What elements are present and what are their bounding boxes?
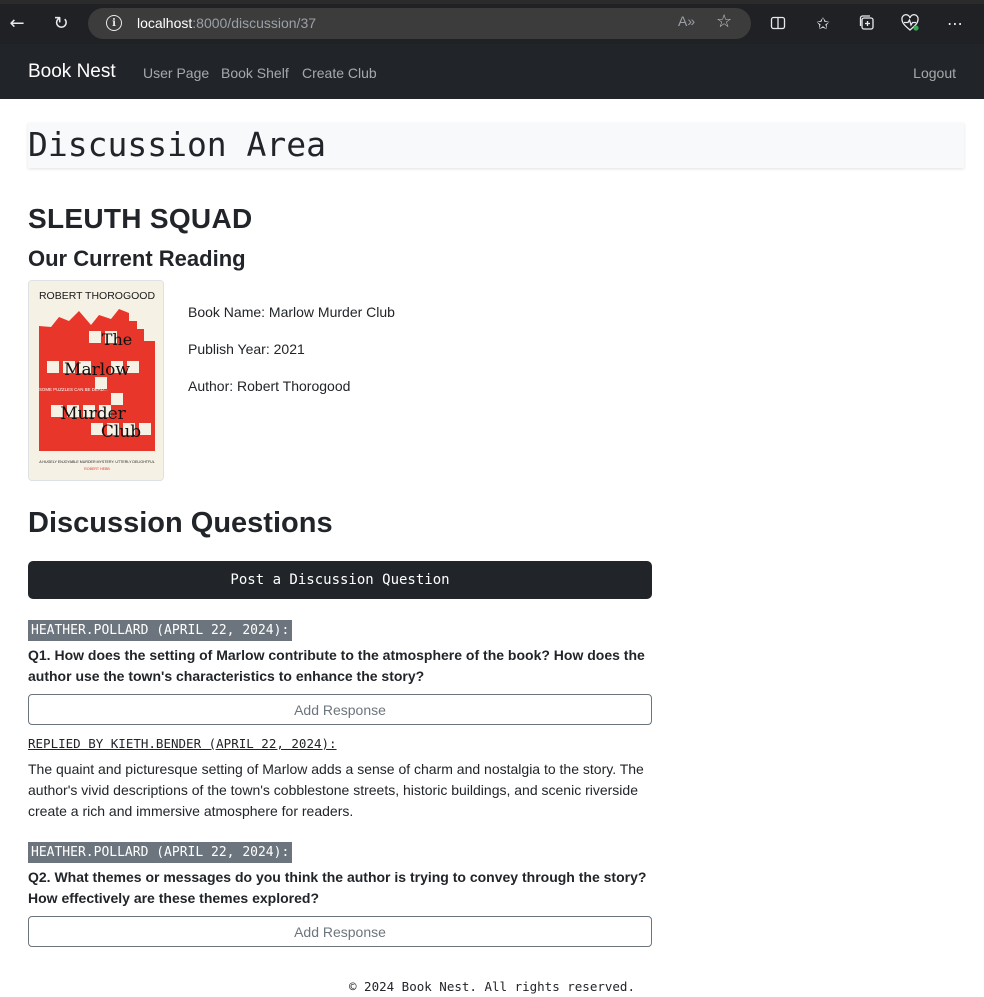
url-path: :8000/discussion/37 xyxy=(192,15,317,31)
browser-essentials-icon[interactable] xyxy=(899,12,921,34)
question-text: Q1. How does the setting of Marlow contr… xyxy=(28,647,645,684)
reply-author: REPLIED BY KIETH.BENDER (APRIL 22, 2024)… xyxy=(28,736,337,751)
cover-blurb: A HUGELY ENJOYABLE MURDER MYSTERY. UTTER… xyxy=(39,460,155,464)
cover-author-text: ROBERT THOROGOOD xyxy=(39,290,156,302)
nav-link-book-shelf[interactable]: Book Shelf xyxy=(221,65,289,81)
url-text[interactable]: localhost:8000/discussion/37 xyxy=(137,15,316,31)
cover-blurb-source: ROBERT HEBB xyxy=(84,467,110,471)
page-header: Discussion Area xyxy=(28,123,964,168)
question-author-badge: HEATHER.POLLARD (APRIL 22, 2024): xyxy=(28,620,293,641)
book-author: Author: Robert Thorogood xyxy=(188,378,351,394)
site-info-icon[interactable]: i xyxy=(106,15,122,31)
book-publish-year: Publish Year: 2021 xyxy=(188,341,305,357)
url-host: localhost xyxy=(137,15,193,31)
club-name: SLEUTH SQUAD xyxy=(28,203,253,234)
footer-copyright: © 2024 Book Nest. All rights reserved. xyxy=(349,979,635,994)
tab-strip xyxy=(0,0,984,4)
book-name: Book Name: Marlow Murder Club xyxy=(188,304,395,320)
discussion-questions-heading: Discussion Questions xyxy=(28,507,333,539)
favorite-star-icon[interactable]: ☆ xyxy=(716,11,732,32)
split-screen-icon[interactable] xyxy=(767,12,789,34)
cover-title-line-4: Club xyxy=(101,422,141,442)
cover-title-line-3: Murder xyxy=(60,404,126,424)
reload-icon[interactable]: ↻ xyxy=(48,10,74,36)
site-navbar: Book Nest User Page Book Shelf Create Cl… xyxy=(0,44,984,99)
add-response-button[interactable]: Add Response xyxy=(28,916,652,947)
cover-title-line-1: The xyxy=(102,330,132,349)
add-response-button[interactable]: Add Response xyxy=(28,694,652,725)
nav-link-user-page[interactable]: User Page xyxy=(143,65,209,81)
read-aloud-icon[interactable]: A» xyxy=(678,13,695,29)
more-options-icon[interactable]: ⋯ xyxy=(944,12,966,34)
nav-link-create-club[interactable]: Create Club xyxy=(302,65,377,81)
reply-text: The quaint and picturesque setting of Ma… xyxy=(28,761,644,819)
collections-icon[interactable] xyxy=(856,12,878,34)
post-question-button[interactable]: Post a Discussion Question xyxy=(28,561,652,599)
question-author-badge: HEATHER.POLLARD (APRIL 22, 2024): xyxy=(28,842,293,863)
cover-tagline: SOME PUZZLES CAN BE DEAD... xyxy=(39,387,108,392)
cover-title-line-2: Marlow xyxy=(64,360,130,380)
question-text: Q2. What themes or messages do you think… xyxy=(28,869,647,906)
brand-logo[interactable]: Book Nest xyxy=(28,61,116,83)
browser-toolbar: ← ↻ i localhost:8000/discussion/37 A» ☆ … xyxy=(0,0,984,44)
back-arrow-icon[interactable]: ← xyxy=(4,10,30,36)
address-bar[interactable]: i localhost:8000/discussion/37 A» ☆ xyxy=(88,8,751,39)
current-reading-heading: Our Current Reading xyxy=(28,246,246,271)
favorites-icon[interactable]: ✩ xyxy=(812,12,834,34)
book-cover-image: ROBERT THOROGOOD The Marlow Murder Club … xyxy=(28,280,164,481)
page-title: Discussion Area xyxy=(28,125,327,164)
logout-link[interactable]: Logout xyxy=(913,65,956,81)
